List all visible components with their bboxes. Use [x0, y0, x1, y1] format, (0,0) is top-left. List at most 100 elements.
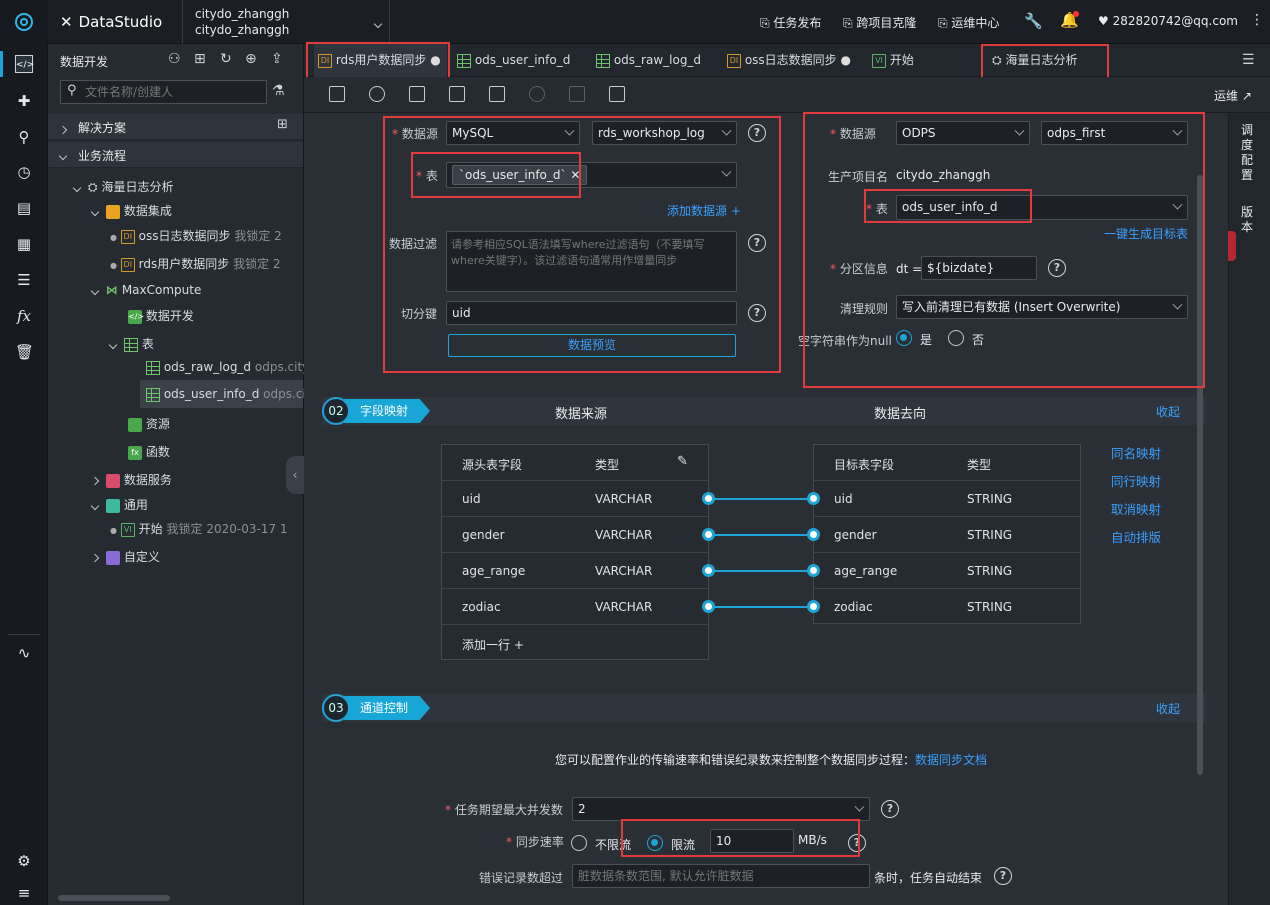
- new-file-icon[interactable]: ⊞: [194, 51, 206, 67]
- wrench-icon[interactable]: 🔧: [1024, 12, 1043, 30]
- settings-icon[interactable]: ⚙: [15, 852, 33, 870]
- highlight-target-table: [864, 189, 1032, 223]
- chevron-down-icon: [373, 16, 383, 30]
- src-anchor[interactable]: [702, 564, 715, 577]
- edit-icon[interactable]: ✎: [677, 454, 688, 469]
- src-anchor[interactable]: [702, 492, 715, 505]
- cancel-mapping-link[interactable]: 取消映射: [1111, 499, 1161, 518]
- dst-anchor[interactable]: [807, 528, 820, 541]
- table-row: uid VARCHAR: [442, 481, 708, 517]
- dst-anchor[interactable]: [807, 600, 820, 613]
- src-anchor[interactable]: [702, 600, 715, 613]
- data-dev-icon[interactable]: </>: [15, 55, 34, 73]
- src-type-header: 类型: [595, 458, 620, 472]
- vi-icon: VI: [872, 53, 886, 68]
- version-tab[interactable]: 版本: [1241, 205, 1257, 235]
- flow-icon: ⛭: [87, 180, 98, 194]
- table-icon[interactable]: ▦: [15, 235, 33, 253]
- mapping-section-label: 字段映射: [344, 399, 431, 423]
- error-limit-input[interactable]: [572, 864, 870, 888]
- run-icon[interactable]: [369, 86, 385, 102]
- mapping-collapse-link[interactable]: 收起: [1156, 403, 1180, 420]
- help-icon[interactable]: ?: [994, 867, 1012, 885]
- grid-icon[interactable]: ⊞: [277, 117, 288, 132]
- function-icon[interactable]: fx: [15, 307, 33, 325]
- schedule-config-tab[interactable]: 调度配置: [1241, 123, 1257, 183]
- run-params-icon[interactable]: [409, 86, 425, 102]
- tree-user-info[interactable]: ods_user_info_d odps.ci: [146, 387, 306, 402]
- locate-icon[interactable]: ⊕: [245, 51, 257, 67]
- vi-icon: VI: [120, 522, 135, 537]
- cross-clone-link[interactable]: ⎘ 跨项目克隆: [843, 14, 916, 31]
- trash-icon[interactable]: 🗑: [15, 343, 34, 361]
- user-menu[interactable]: ♥ 282820742@qq.com: [1098, 14, 1238, 28]
- project-switcher[interactable]: citydo_zhanggh citydo_zhanggh: [182, 0, 390, 44]
- same-row-mapping-link[interactable]: 同行映射: [1111, 471, 1161, 490]
- auto-layout-link[interactable]: 自动排版: [1111, 527, 1161, 546]
- tree-function[interactable]: fx 函数: [128, 443, 170, 460]
- mapping-line: [714, 534, 811, 536]
- tree-rds-sync[interactable]: ● DI rds用户数据同步 我锁定 2: [110, 255, 281, 272]
- submit-icon[interactable]: [449, 86, 465, 102]
- doc-link[interactable]: 数据同步文档: [915, 753, 987, 767]
- tree-data-integration[interactable]: 数据集成: [90, 202, 172, 219]
- tree-start[interactable]: ● VI 开始 我锁定 2020-03-17 1: [110, 520, 288, 537]
- list-icon[interactable]: ☰: [15, 271, 33, 289]
- solutions-section[interactable]: 解决方案 ⊞: [48, 114, 303, 140]
- tabs-menu-icon[interactable]: ☰: [1242, 52, 1255, 68]
- publish-icon: ⎘: [760, 16, 774, 30]
- menu-icon[interactable]: ≡: [15, 884, 33, 902]
- clock-icon[interactable]: ◷: [15, 163, 33, 181]
- dst-anchor[interactable]: [807, 564, 820, 577]
- pulse-icon[interactable]: ∿: [15, 644, 33, 662]
- tree-data-dev[interactable]: </> 数据开发: [128, 307, 194, 324]
- ops-center-link[interactable]: ⎘ 运维中心: [938, 14, 999, 31]
- collapse-sidebar-handle[interactable]: ‹: [286, 456, 304, 494]
- concurrency-select[interactable]: 2: [572, 797, 870, 821]
- search-box[interactable]: ⚲: [60, 80, 267, 104]
- tree-table-group[interactable]: 表: [108, 335, 154, 352]
- search-input[interactable]: [85, 83, 261, 101]
- filter-icon[interactable]: ⚗: [272, 83, 285, 99]
- import-icon[interactable]: ⇪: [271, 51, 283, 67]
- tree-resource[interactable]: 资源: [128, 415, 170, 432]
- deploy-icon[interactable]: [489, 86, 505, 102]
- bell-icon[interactable]: 🔔: [1060, 11, 1079, 29]
- refresh-icon[interactable]: ↻: [220, 51, 232, 67]
- briefcase-icon[interactable]: ▤: [15, 199, 33, 217]
- table-row: gender STRING: [814, 517, 1080, 553]
- dst-anchor[interactable]: [807, 492, 820, 505]
- task-publish-link[interactable]: ⎘ 任务发布: [760, 14, 821, 31]
- channel-collapse-link[interactable]: 收起: [1156, 700, 1180, 717]
- more-vertical-icon[interactable]: ⋮: [1250, 12, 1264, 28]
- script-mode-icon[interactable]: [609, 86, 625, 102]
- tab-ods-user-info[interactable]: ods_user_info_d: [457, 44, 570, 77]
- user-add-icon[interactable]: ⚇: [168, 51, 181, 67]
- same-name-mapping-link[interactable]: 同名映射: [1111, 443, 1161, 462]
- channel-section-label: 通道控制: [344, 696, 431, 720]
- tree-custom[interactable]: 自定义: [90, 548, 160, 565]
- product-logo-icon[interactable]: [0, 0, 48, 44]
- tree-flow[interactable]: ⛭ 海量日志分析: [72, 178, 173, 195]
- tree-maxcompute[interactable]: ⋈ MaxCompute: [90, 283, 201, 297]
- search-icon[interactable]: ⚲: [15, 128, 33, 146]
- sidebar-scrollbar[interactable]: [58, 895, 170, 901]
- tab-start[interactable]: VI 开始: [872, 44, 914, 77]
- tree-raw-log[interactable]: ods_raw_log_d odps.city: [146, 360, 309, 375]
- tree-general[interactable]: 通用: [90, 496, 148, 513]
- table-icon: [596, 53, 610, 68]
- business-flow-section[interactable]: 业务流程: [48, 142, 303, 168]
- tree-oss-sync[interactable]: ● DI oss日志数据同步 我锁定 2: [110, 227, 282, 244]
- sidebar-title: 数据开发: [60, 55, 109, 69]
- source-field-table: 源头表字段 类型 ✎ uid VARCHAR gender VARCHAR age_…: [441, 444, 709, 660]
- tab-ods-raw-log[interactable]: ods_raw_log_d: [596, 44, 701, 77]
- ops-link[interactable]: 运维 ↗: [1214, 87, 1252, 104]
- save-icon[interactable]: [329, 86, 345, 102]
- help-icon[interactable]: ?: [881, 800, 899, 818]
- add-row-button[interactable]: 添加一行 +: [442, 625, 708, 661]
- tab-oss-sync[interactable]: DI oss日志数据同步 ●: [727, 44, 851, 77]
- speed-unlimited-radio[interactable]: [571, 835, 587, 851]
- tree-data-service[interactable]: 数据服务: [90, 471, 172, 488]
- src-anchor[interactable]: [702, 528, 715, 541]
- puzzle-icon[interactable]: ✚: [15, 92, 33, 110]
